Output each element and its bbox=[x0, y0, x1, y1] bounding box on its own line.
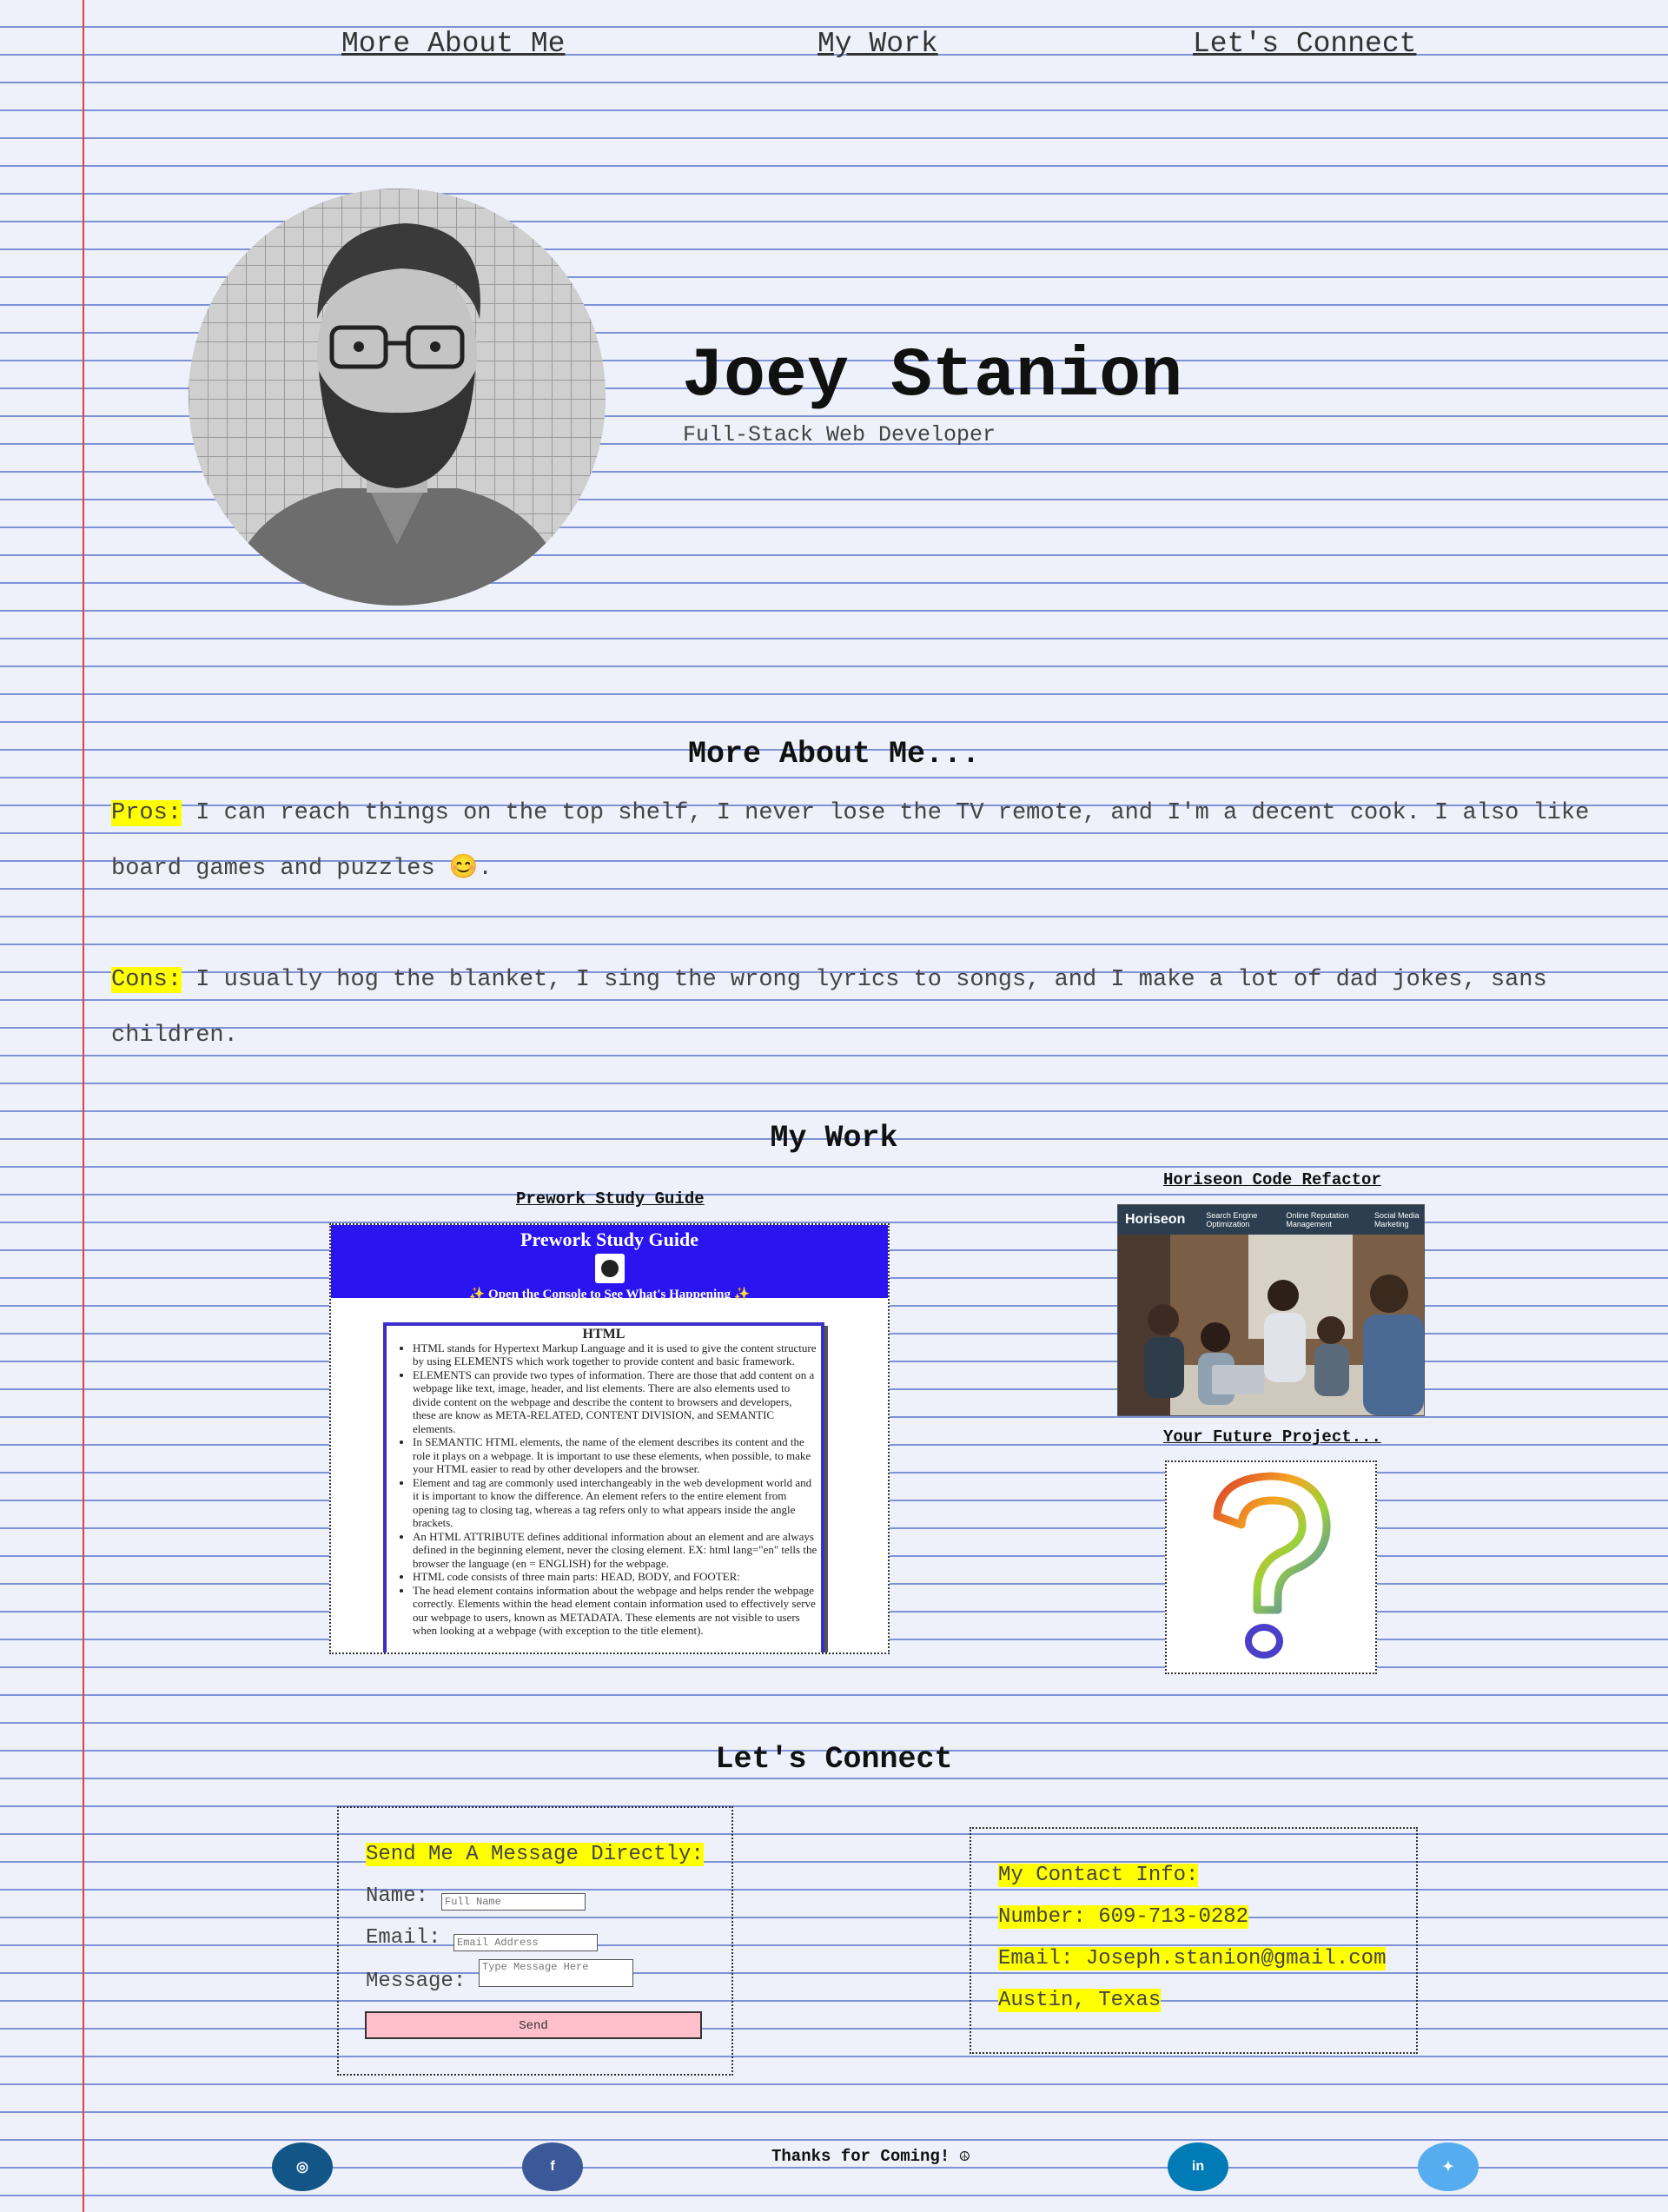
linkedin-icon[interactable]: in bbox=[1168, 2142, 1228, 2191]
list-item: Element and tag are commonly used interc… bbox=[413, 1476, 817, 1530]
list-item: An HTML ATTRIBUTE defines additional inf… bbox=[413, 1530, 817, 1571]
contact-number: Number: 609-713-0282 bbox=[998, 1905, 1249, 1929]
instagram-icon[interactable]: ◎ bbox=[272, 2142, 333, 2191]
nav-link-work[interactable]: My Work bbox=[817, 28, 938, 60]
study-guide-html-section: HTML HTML stands for Hypertext Markup La… bbox=[383, 1322, 824, 1652]
message-label: Message: bbox=[366, 1970, 467, 1993]
list-item: HTML code consists of three main parts: … bbox=[413, 1570, 817, 1584]
list-item: In SEMANTIC HTML elements, the name of t… bbox=[413, 1435, 817, 1476]
about-heading: More About Me... bbox=[687, 737, 981, 772]
name-field[interactable] bbox=[441, 1893, 586, 1911]
horiseon-header-bar: Horiseon Search Engine Optimization Onli… bbox=[1118, 1205, 1424, 1235]
form-title: Send Me A Message Directly: bbox=[366, 1843, 704, 1866]
horiseon-menu-item: Social Media Marketing bbox=[1373, 1211, 1420, 1229]
pros-text: I can reach things on the top shelf, I n… bbox=[111, 800, 1590, 882]
horiseon-menu-item: Search Engine Optimization bbox=[1206, 1211, 1258, 1229]
contact-location: Austin, Texas bbox=[998, 1989, 1162, 2012]
study-guide-section-title: HTML bbox=[582, 1327, 626, 1341]
send-button[interactable]: Send bbox=[365, 2011, 702, 2039]
question-mark-icon bbox=[1213, 1472, 1331, 1659]
list-item: ELEMENTS can provide two types of inform… bbox=[413, 1368, 817, 1436]
cat-icon bbox=[594, 1254, 625, 1283]
project-title-horiseon[interactable]: Horiseon Code Refactor bbox=[1163, 1170, 1381, 1189]
twitter-icon[interactable]: ✦ bbox=[1418, 2142, 1479, 2191]
footer-text: Thanks for Coming! ☮ bbox=[771, 2147, 970, 2166]
email-label: Email: bbox=[366, 1926, 441, 1950]
cons-label: Cons: bbox=[111, 967, 182, 993]
list-item: HTML stands for Hypertext Markup Languag… bbox=[413, 1341, 817, 1368]
horiseon-brand: Horiseon bbox=[1125, 1212, 1186, 1227]
study-guide-list: HTML stands for Hypertext Markup Languag… bbox=[390, 1341, 817, 1638]
contact-email: Email: Joseph.stanion@gmail.com bbox=[998, 1947, 1387, 1970]
future-project-preview[interactable] bbox=[1165, 1460, 1377, 1674]
study-guide-header: Prework Study Guide ✨ Open the Console t… bbox=[331, 1225, 888, 1301]
work-heading: My Work bbox=[770, 1121, 898, 1156]
email-field[interactable] bbox=[453, 1934, 598, 1951]
profile-photo bbox=[189, 189, 606, 606]
message-field[interactable] bbox=[479, 1959, 633, 1987]
pros-paragraph: Pros: I can reach things on the top shel… bbox=[111, 785, 1623, 897]
horiseon-preview[interactable]: Horiseon Search Engine Optimization Onli… bbox=[1117, 1204, 1425, 1416]
name-label: Name: bbox=[366, 1884, 429, 1908]
facebook-icon[interactable]: f bbox=[522, 2142, 583, 2191]
contact-info-box: My Contact Info: Number: 609-713-0282 Em… bbox=[970, 1827, 1418, 2054]
horiseon-menu-item: Online Reputation Management bbox=[1286, 1211, 1349, 1229]
project-title-study-guide[interactable]: Prework Study Guide bbox=[516, 1189, 705, 1209]
study-guide-preview-subtitle: ✨ Open the Console to See What's Happeni… bbox=[468, 1288, 751, 1301]
project-title-future[interactable]: Your Future Project... bbox=[1163, 1427, 1381, 1447]
nav-link-about[interactable]: More About Me bbox=[341, 28, 565, 60]
team-meeting-photo bbox=[1118, 1235, 1424, 1415]
hero-subtitle: Full-Stack Web Developer bbox=[683, 422, 996, 447]
cons-text: I usually hog the blanket, I sing the wr… bbox=[111, 967, 1547, 1049]
pros-label: Pros: bbox=[111, 800, 182, 826]
connect-heading: Let's Connect bbox=[715, 1742, 953, 1777]
study-guide-preview[interactable]: Prework Study Guide ✨ Open the Console t… bbox=[329, 1223, 890, 1654]
hero-name: Joey Stanion bbox=[682, 337, 1183, 416]
cons-paragraph: Cons: I usually hog the blanket, I sing … bbox=[111, 952, 1623, 1063]
list-item: The head element contains information ab… bbox=[413, 1584, 817, 1638]
study-guide-preview-title: Prework Study Guide bbox=[520, 1229, 698, 1250]
contact-title: My Contact Info: bbox=[998, 1864, 1199, 1887]
nav-link-connect[interactable]: Let's Connect bbox=[1193, 28, 1416, 60]
